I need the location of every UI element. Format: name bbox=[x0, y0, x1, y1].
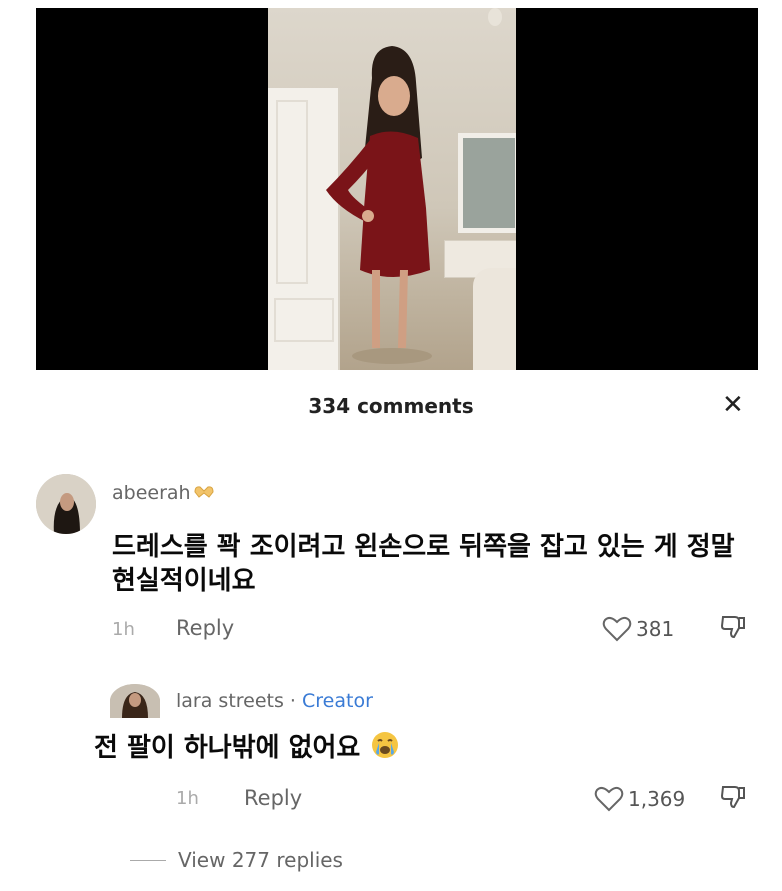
divider-line bbox=[130, 859, 166, 861]
dislike-button[interactable] bbox=[720, 614, 746, 644]
comment-time: 1h bbox=[112, 619, 135, 640]
crying-face-emoji bbox=[372, 732, 399, 758]
comment-text: 드레스를 꽉 조이려고 왼손으로 뒤쪽을 잡고 있는 게 정말 현실적이네요 bbox=[112, 532, 735, 596]
avatar[interactable] bbox=[36, 474, 96, 534]
like-button[interactable]: 381 bbox=[602, 616, 674, 642]
reply-button[interactable]: Reply bbox=[176, 616, 234, 640]
comments-count-title: 334 comments bbox=[308, 394, 474, 418]
view-replies-label: View 277 replies bbox=[178, 848, 343, 872]
video-player[interactable] bbox=[36, 8, 758, 370]
thumbs-down-icon bbox=[720, 616, 745, 639]
video-frame bbox=[268, 8, 516, 370]
heart-hands-emoji bbox=[194, 486, 214, 498]
dislike-button[interactable] bbox=[720, 784, 746, 814]
avatar-photo bbox=[36, 474, 96, 534]
heart-icon bbox=[602, 616, 632, 642]
reply-button[interactable]: Reply bbox=[244, 786, 302, 810]
like-count: 381 bbox=[636, 617, 675, 641]
creator-reply-text: 전 팔이 하나밖에 없어요 bbox=[94, 730, 400, 765]
creator-avatar[interactable] bbox=[110, 684, 160, 718]
like-button[interactable]: 1,369 bbox=[594, 786, 685, 812]
person-in-red-dress bbox=[326, 46, 432, 364]
comment-time: 1h bbox=[176, 788, 199, 809]
view-replies-button[interactable]: View 277 replies bbox=[130, 848, 343, 872]
creator-badge: Creator bbox=[302, 690, 373, 712]
heart-icon bbox=[594, 786, 624, 812]
thumbs-down-icon bbox=[720, 786, 745, 809]
creator-username[interactable]: lara streets · Creator bbox=[176, 690, 373, 712]
close-icon[interactable]: ✕ bbox=[722, 392, 744, 418]
like-count: 1,369 bbox=[628, 787, 686, 811]
avatar-photo bbox=[110, 684, 160, 718]
comment-username[interactable]: abeerah bbox=[112, 482, 215, 504]
